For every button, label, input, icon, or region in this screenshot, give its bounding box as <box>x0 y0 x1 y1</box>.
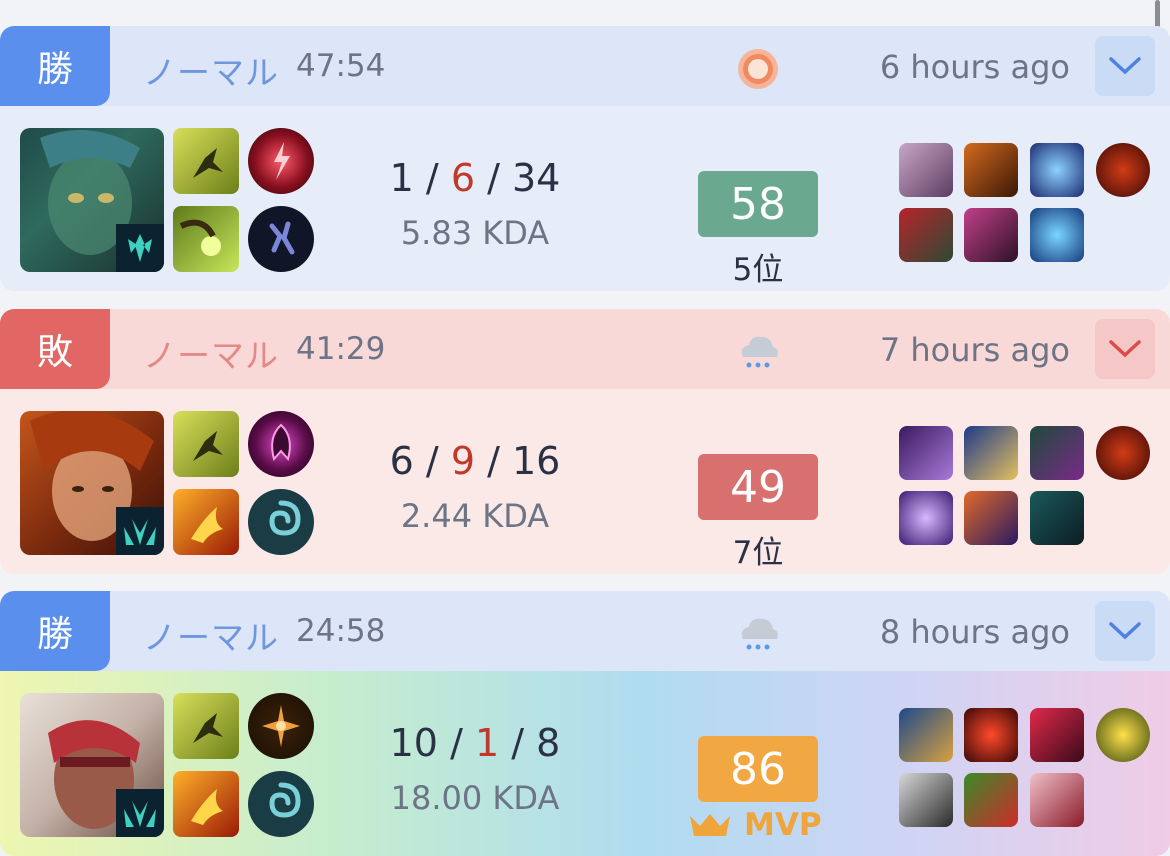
time-ago: 7 hours ago <box>879 331 1070 369</box>
summoner-spell-icon[interactable] <box>173 693 239 759</box>
item-icon[interactable] <box>899 208 953 262</box>
rain-cloud-icon <box>741 618 778 650</box>
game-duration: 47:54 <box>296 48 386 84</box>
performance-score: 58 <box>698 171 818 237</box>
summoner-spell-icon[interactable] <box>173 128 239 194</box>
item-icon[interactable] <box>964 773 1018 827</box>
match-rank: 5位 <box>732 252 784 288</box>
crown-icon <box>690 814 730 836</box>
kda-stats: 10 / 1 / 8 <box>389 721 561 765</box>
mvp-badge: MVP <box>688 803 833 847</box>
time-ago: 6 hours ago <box>879 48 1070 86</box>
game-mode: ノーマル <box>143 53 279 92</box>
rain-cloud-icon <box>741 336 778 368</box>
chevron-down-icon <box>1109 622 1141 640</box>
deaths: 1 <box>474 721 500 765</box>
assists: 34 <box>512 156 561 200</box>
summoner-spell-icon[interactable] <box>173 489 239 555</box>
game-mode: ノーマル <box>143 618 279 657</box>
item-icon[interactable] <box>964 708 1018 762</box>
item-icon[interactable] <box>964 143 1018 197</box>
item-icon[interactable] <box>964 208 1018 262</box>
result-badge: 勝 <box>0 591 110 671</box>
trinket-icon[interactable] <box>1096 426 1150 480</box>
item-icon[interactable] <box>899 773 953 827</box>
role-icon <box>116 789 164 837</box>
performance-score: 86 <box>698 736 818 802</box>
result-badge: 勝 <box>0 26 110 106</box>
performance-score: 49 <box>698 454 818 520</box>
sun-icon <box>738 49 778 89</box>
item-icon[interactable] <box>964 491 1018 545</box>
kda-stats: 6 / 9 / 16 <box>389 439 561 483</box>
chevron-down-icon <box>1109 340 1141 358</box>
secondary-rune-icon[interactable] <box>248 489 314 555</box>
secondary-rune-icon[interactable] <box>248 206 314 272</box>
summoner-spell-icon[interactable] <box>173 206 239 272</box>
game-duration: 24:58 <box>296 613 386 649</box>
trinket-icon[interactable] <box>1096 708 1150 762</box>
game-duration: 41:29 <box>296 331 386 367</box>
kda-ratio: 2.44 KDA <box>400 497 550 535</box>
kills: 1 <box>389 156 414 200</box>
item-icon[interactable] <box>1030 426 1084 480</box>
item-icon[interactable] <box>1030 491 1084 545</box>
trinket-icon[interactable] <box>1096 143 1150 197</box>
match-header: 勝 ノーマル 24:58 8 hours ago <box>0 591 1170 671</box>
expand-button[interactable] <box>1095 36 1155 96</box>
kills: 10 <box>389 721 438 765</box>
time-ago: 8 hours ago <box>879 613 1070 651</box>
secondary-rune-icon[interactable] <box>248 771 314 837</box>
expand-button[interactable] <box>1095 601 1155 661</box>
item-icon[interactable] <box>899 426 953 480</box>
expand-button[interactable] <box>1095 319 1155 379</box>
summoner-spell-icon[interactable] <box>173 411 239 477</box>
keystone-rune-icon[interactable] <box>248 693 314 759</box>
match-header: 勝 ノーマル 47:54 6 hours ago <box>0 26 1170 106</box>
summoner-spell-icon[interactable] <box>173 771 239 837</box>
champion-portrait[interactable] <box>20 693 164 837</box>
item-icon[interactable] <box>899 143 953 197</box>
match-card[interactable]: 敗 ノーマル 41:29 7 hours ago 6 / 9 / 16 2.44… <box>0 309 1170 574</box>
assists: 8 <box>536 721 561 765</box>
item-icon[interactable] <box>1030 143 1084 197</box>
champion-portrait[interactable] <box>20 411 164 555</box>
item-icon[interactable] <box>1030 773 1084 827</box>
match-card[interactable]: 勝 ノーマル 24:58 8 hours ago 10 / 1 / 8 18.0… <box>0 591 1170 856</box>
champion-portrait[interactable] <box>20 128 164 272</box>
result-badge: 敗 <box>0 309 110 389</box>
keystone-rune-icon[interactable] <box>248 411 314 477</box>
match-rank: 7位 <box>732 535 784 571</box>
kda-ratio: 18.00 KDA <box>390 779 560 817</box>
match-card[interactable]: 勝 ノーマル 47:54 6 hours ago 1 / 6 / 34 5.83… <box>0 26 1170 291</box>
match-body: 1 / 6 / 34 5.83 KDA 58 5位 <box>0 106 1170 291</box>
match-body: 10 / 1 / 8 18.00 KDA 86 MVP <box>0 671 1170 856</box>
item-icon[interactable] <box>1030 208 1084 262</box>
chevron-down-icon <box>1109 57 1141 75</box>
item-icon[interactable] <box>899 491 953 545</box>
keystone-rune-icon[interactable] <box>248 128 314 194</box>
kda-ratio: 5.83 KDA <box>400 214 550 252</box>
match-header: 敗 ノーマル 41:29 7 hours ago <box>0 309 1170 389</box>
mvp-label: MVP <box>744 807 822 843</box>
role-icon <box>116 224 164 272</box>
deaths: 9 <box>450 439 475 483</box>
kills: 6 <box>389 439 414 483</box>
item-icon[interactable] <box>1030 708 1084 762</box>
kda-stats: 1 / 6 / 34 <box>389 156 561 200</box>
item-icon[interactable] <box>964 426 1018 480</box>
match-body: 6 / 9 / 16 2.44 KDA 49 7位 <box>0 389 1170 574</box>
game-mode: ノーマル <box>143 336 279 375</box>
assists: 16 <box>512 439 561 483</box>
item-icon[interactable] <box>899 708 953 762</box>
role-icon <box>116 507 164 555</box>
deaths: 6 <box>450 156 475 200</box>
